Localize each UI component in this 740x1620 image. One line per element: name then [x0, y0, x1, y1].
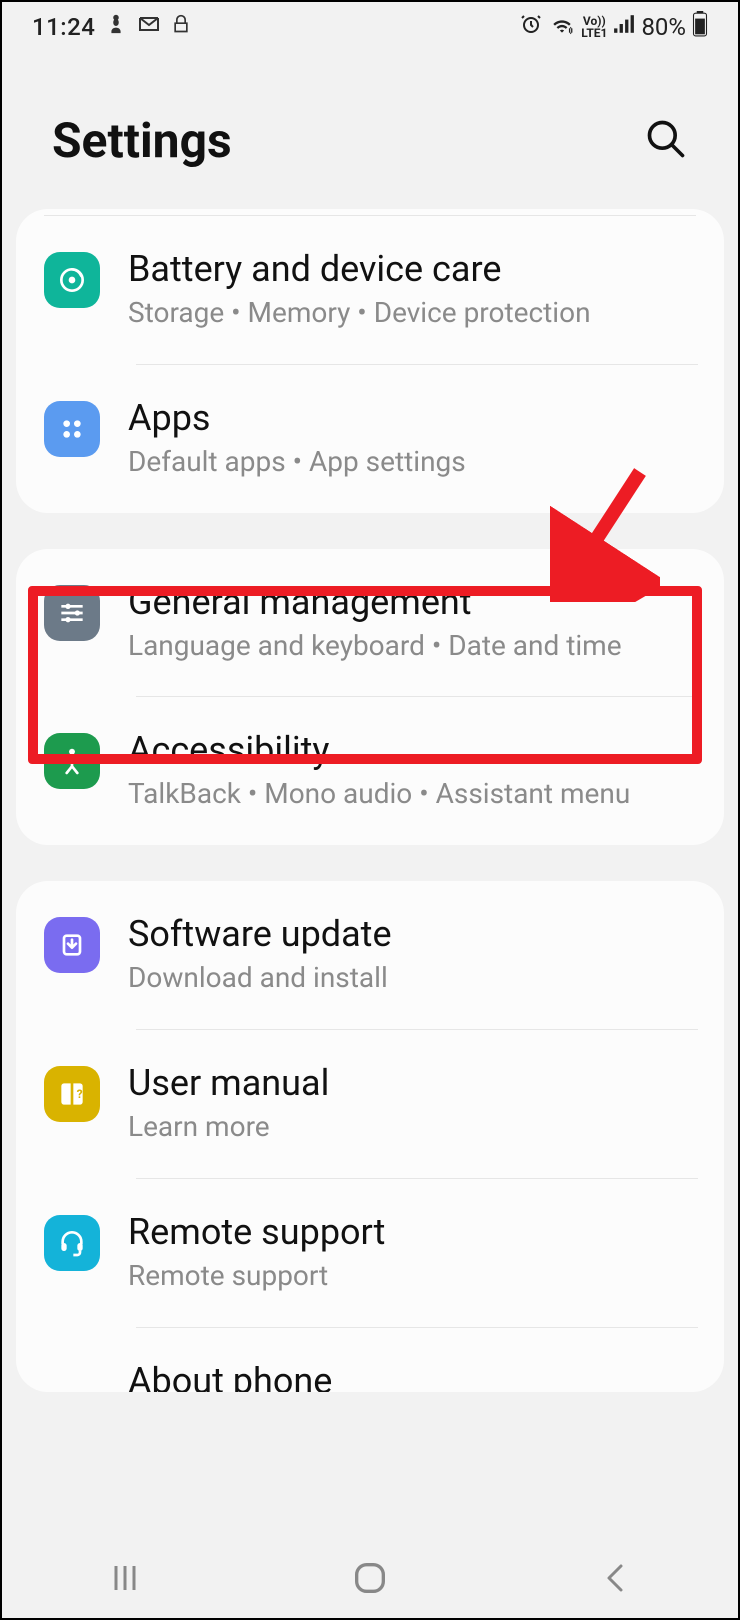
gmail-icon [137, 12, 161, 42]
item-subtitle: Download and install [128, 959, 696, 997]
page-title: Settings [52, 112, 232, 169]
item-title: Accessibility [128, 729, 696, 771]
settings-item-about-phone[interactable]: About phone [16, 1328, 724, 1392]
settings-item-apps[interactable]: Apps Default apps • App settings [16, 365, 724, 513]
bixby-icon [105, 13, 127, 41]
item-title: General management [128, 581, 696, 623]
recents-button[interactable] [95, 1548, 155, 1608]
settings-item-general-management[interactable]: General management Language and keyboard… [16, 549, 724, 697]
svg-text:?: ? [77, 1087, 83, 1101]
item-title: Apps [128, 397, 696, 439]
back-button[interactable] [585, 1548, 645, 1608]
item-title: User manual [128, 1062, 696, 1104]
battery-icon [692, 11, 708, 43]
lock-icon [171, 13, 191, 41]
volte-indicator: Vo)) LTE1 [581, 15, 607, 39]
back-icon [597, 1560, 633, 1596]
book-icon: ? [44, 1066, 100, 1122]
settings-group-3: Software update Download and install ? U… [16, 881, 724, 1391]
settings-group-1: Battery and device care Storage • Memory… [16, 209, 724, 513]
item-title: Remote support [128, 1211, 696, 1253]
wifi-icon [549, 13, 575, 41]
item-subtitle: Remote support [128, 1257, 696, 1295]
apps-icon [44, 401, 100, 457]
item-title: About phone [128, 1360, 696, 1392]
search-button[interactable] [644, 117, 688, 165]
header: Settings [2, 52, 738, 209]
headset-icon [44, 1215, 100, 1271]
recents-icon [107, 1560, 143, 1596]
item-title: Software update [128, 913, 696, 955]
settings-item-software-update[interactable]: Software update Download and install [16, 881, 724, 1029]
alarm-icon [519, 12, 543, 42]
status-bar: 11:24 Vo)) LTE1 [2, 2, 738, 52]
settings-item-user-manual[interactable]: ? User manual Learn more [16, 1030, 724, 1178]
status-time: 11:24 [32, 13, 95, 41]
download-icon [44, 917, 100, 973]
signal-icon [613, 14, 635, 40]
item-subtitle: Learn more [128, 1108, 696, 1146]
device-care-icon [44, 252, 100, 308]
home-button[interactable] [340, 1548, 400, 1608]
item-subtitle: Storage • Memory • Device protection [128, 294, 696, 332]
item-title: Battery and device care [128, 248, 696, 290]
settings-item-accessibility[interactable]: Accessibility TalkBack • Mono audio • As… [16, 697, 724, 845]
battery-percent: 80% [641, 13, 686, 41]
sliders-icon [44, 585, 100, 641]
home-icon [350, 1558, 390, 1598]
settings-group-2: General management Language and keyboard… [16, 549, 724, 846]
search-icon [644, 117, 688, 161]
navigation-bar [2, 1538, 738, 1618]
accessibility-icon [44, 733, 100, 789]
settings-item-remote-support[interactable]: Remote support Remote support [16, 1179, 724, 1327]
settings-item-battery[interactable]: Battery and device care Storage • Memory… [16, 216, 724, 364]
item-subtitle: Default apps • App settings [128, 443, 696, 481]
item-subtitle: TalkBack • Mono audio • Assistant menu [128, 775, 696, 813]
item-subtitle: Language and keyboard • Date and time [128, 627, 696, 665]
